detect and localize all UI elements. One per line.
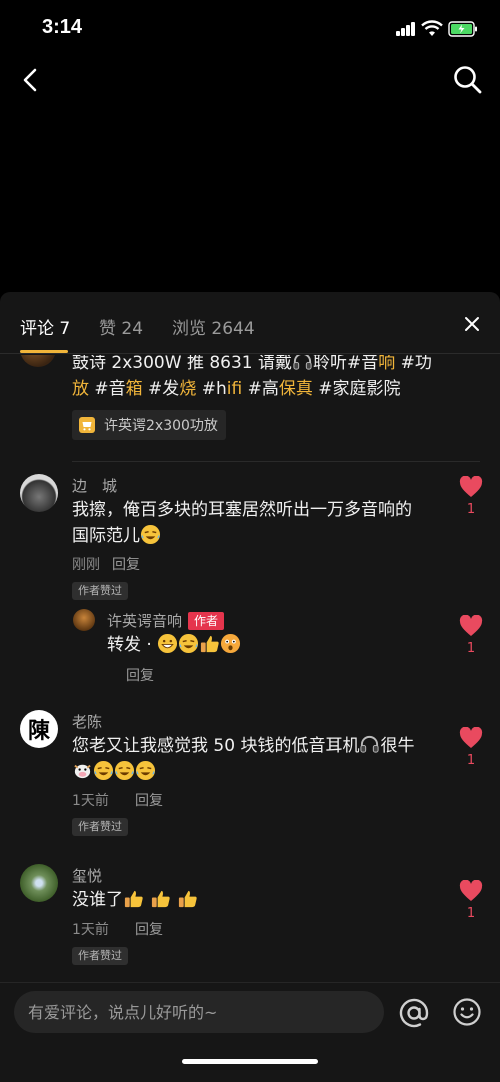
comment-sheet: 评论 7 赞 24 浏览 2644 鼓诗 2x300W 推 8631 请戴 聆听#…	[0, 292, 500, 1082]
laughing-crying-emoji-icon	[179, 633, 199, 654]
reply-button[interactable]: 回复	[135, 919, 163, 939]
thumbs-up-emoji-icon	[124, 890, 143, 908]
comment-text: 您老又让我感觉我 50 块钱的低音耳机 很牛	[72, 735, 415, 756]
heart-icon	[459, 614, 483, 636]
reply-button[interactable]: 回复	[126, 665, 154, 685]
post-author-avatar[interactable]	[20, 355, 56, 367]
signal-icon	[396, 22, 416, 36]
laughing-crying-emoji-icon	[135, 760, 156, 781]
comment-input[interactable]	[14, 991, 384, 1033]
heart-icon	[459, 726, 483, 748]
reply-text: 转发 ·	[107, 632, 241, 658]
like-count: 1	[466, 641, 476, 656]
comment-text-line2: 国际范儿	[72, 523, 161, 549]
like-button[interactable]: 1	[459, 726, 489, 773]
comment-author[interactable]: 老陈	[72, 711, 102, 732]
comment-text: 我擦，俺百多块的耳塞居然听出一万多音响的	[72, 500, 412, 520]
post-text-line1: 鼓诗 2x300W 推 8631 请戴 聆听#音响 #功	[72, 355, 432, 376]
headphones-icon	[293, 355, 312, 370]
thumbs-up-emoji-icon	[201, 635, 219, 653]
tab-comments[interactable]: 评论 7	[20, 314, 70, 339]
like-count: 1	[466, 906, 476, 921]
avatar[interactable]	[20, 864, 58, 902]
comment-text-line2	[72, 759, 156, 785]
laughing-crying-emoji-icon	[114, 760, 135, 781]
heart-icon	[459, 879, 483, 901]
like-count: 1	[466, 753, 476, 768]
close-button[interactable]	[460, 312, 484, 336]
product-tag[interactable]: 许英谔2x300功放	[72, 410, 226, 440]
avatar[interactable]: 陳	[20, 710, 58, 748]
divider	[72, 461, 480, 462]
battery-icon	[448, 21, 477, 37]
comment-list[interactable]: 鼓诗 2x300W 推 8631 请戴 聆听#音响 #功 放 #音箱 #发烧 #h…	[0, 355, 500, 985]
grinning-emoji-icon	[158, 633, 178, 654]
status-time: 3:14	[42, 16, 83, 38]
like-button[interactable]: 1	[459, 879, 489, 926]
post-text-line2: 放 #音箱 #发烧 #hifi #高保真 #家庭影院	[72, 379, 401, 399]
reply-button[interactable]: 回复	[112, 554, 140, 574]
home-indicator[interactable]	[182, 1059, 318, 1064]
comment-input-bar	[0, 982, 500, 1082]
shocked-emoji-icon	[221, 633, 241, 654]
comment-time: 1天前	[72, 793, 109, 809]
tab-views[interactable]: 浏览 2644	[172, 314, 255, 339]
thumbs-up-emoji-icon	[178, 890, 197, 908]
tab-bar: 评论 7 赞 24 浏览 2644	[0, 292, 500, 354]
comment-text: 没谁了	[72, 887, 198, 913]
like-button[interactable]: 1	[459, 475, 489, 522]
author-liked-badge: 作者赞过	[72, 947, 128, 965]
comment-time: 1天前	[72, 922, 109, 938]
comment-author[interactable]: 玺悦	[72, 865, 102, 886]
like-count: 1	[466, 502, 476, 517]
avatar[interactable]	[73, 609, 95, 631]
author-liked-badge: 作者赞过	[72, 818, 128, 836]
tab-likes[interactable]: 赞 24	[99, 314, 143, 339]
laughing-crying-emoji-icon	[140, 524, 161, 545]
headphones-icon	[360, 735, 380, 753]
reply-author[interactable]: 许英谔音响 作者	[107, 610, 225, 631]
cow-emoji-icon	[74, 764, 91, 779]
heart-icon	[459, 475, 483, 497]
author-liked-badge: 作者赞过	[72, 582, 128, 600]
comment-author[interactable]: 边 城	[72, 475, 117, 496]
avatar[interactable]	[20, 474, 58, 512]
at-mention-button[interactable]	[398, 997, 430, 1029]
product-tag-label: 许英谔2x300功放	[104, 418, 218, 434]
author-badge: 作者	[188, 612, 225, 630]
reply-button[interactable]: 回复	[135, 790, 163, 810]
back-button[interactable]	[14, 62, 48, 98]
tab-underline	[20, 350, 68, 353]
emoji-button[interactable]	[452, 997, 482, 1027]
status-bar: 3:14	[0, 0, 500, 58]
wifi-icon	[421, 20, 443, 36]
search-button[interactable]	[450, 62, 486, 98]
laughing-crying-emoji-icon	[93, 760, 114, 781]
comment-time: 刚刚	[72, 557, 100, 573]
thumbs-up-emoji-icon	[151, 890, 170, 908]
like-button[interactable]: 1	[459, 614, 489, 661]
avatar-character: 陳	[27, 718, 50, 744]
cart-icon	[79, 417, 95, 433]
